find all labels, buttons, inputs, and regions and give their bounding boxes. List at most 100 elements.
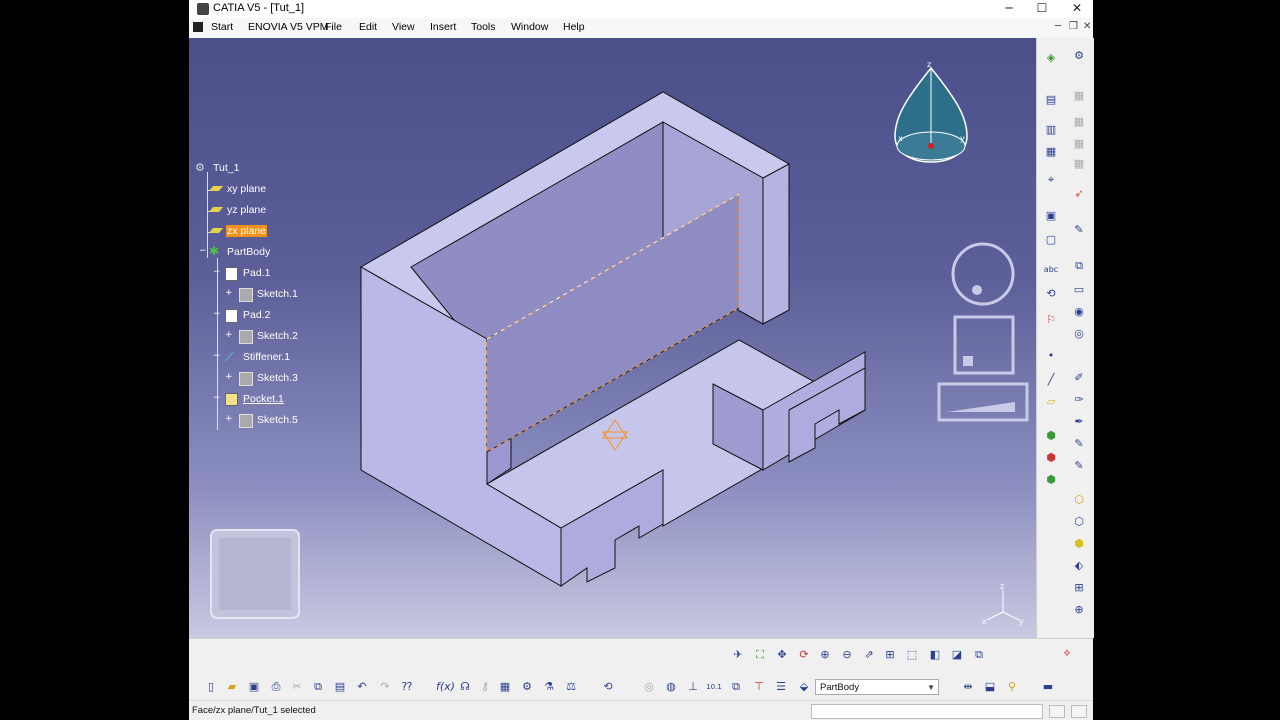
tree-tool-icon[interactable]: ⊤ [751,679,767,695]
circle-tool-icon[interactable]: ◉ [1071,304,1087,320]
part-model[interactable] [359,91,867,587]
point-icon[interactable]: • [1043,348,1059,364]
whats-this-icon[interactable]: ⁇ [399,679,415,695]
target-icon[interactable]: ⊕ [1071,602,1087,618]
chamfer-icon[interactable]: ✎ [1071,436,1087,452]
fit-all-in-icon[interactable]: ⛶ [752,647,768,663]
part-geometry[interactable] [189,38,1036,638]
command-input[interactable] [811,704,1043,719]
thread-icon[interactable]: ⊞ [1071,580,1087,596]
menu-edit[interactable]: Edit [359,21,377,33]
menu-help[interactable]: Help [563,21,585,33]
zoom-out-icon[interactable]: ⊖ [839,647,855,663]
menu-file[interactable]: File [325,21,342,33]
collapse-icon[interactable]: − [213,310,221,319]
axis-system-icon[interactable]: ⊥ [685,679,701,695]
shell-icon[interactable]: ⬡ [1071,514,1087,530]
paste-icon[interactable]: ▤ [332,679,348,695]
body-select[interactable]: PartBody ▼ [815,679,939,695]
comment-icon[interactable]: ☊ [457,679,473,695]
collapse-icon[interactable]: − [213,268,221,277]
menu-view[interactable]: View [392,21,415,33]
shading-icon[interactable]: ◧ [927,647,943,663]
constraint-icon[interactable]: ⚐ [1043,312,1059,328]
scale-icon[interactable]: 10.1 [706,679,722,695]
split-icon[interactable]: ⬖ [1071,558,1087,574]
table-tool-icon[interactable]: ▦ [497,679,513,695]
point-tool-icon[interactable]: ◎ [1071,326,1087,342]
sketch-edit-icon[interactable]: ✎ [1071,222,1087,238]
rotate-icon[interactable]: ⟳ [796,647,812,663]
collapse-icon[interactable]: − [213,394,221,403]
frame-icon[interactable]: ▢ [1043,232,1059,248]
save-icon[interactable]: ▣ [246,679,262,695]
thickness-icon[interactable]: ⬢ [1071,536,1087,552]
rule-icon[interactable]: ⚗ [541,679,557,695]
pad-tool-icon[interactable]: ▤ [1043,92,1059,108]
material-icon[interactable]: ⬢ [1043,450,1059,466]
pan-icon[interactable]: ✥ [774,647,790,663]
collapse-icon[interactable]: − [199,247,207,256]
plane-tool-icon[interactable]: ▱ [1043,394,1059,410]
menu-window[interactable]: Window [511,21,548,33]
draft-icon[interactable]: ✎ [1071,458,1087,474]
lock-icon[interactable]: ⚲ [1004,679,1020,695]
cancel-command-button[interactable] [1071,705,1087,718]
menu-insert[interactable]: Insert [430,21,456,33]
box-tool-icon[interactable]: ⬡ [1071,492,1087,508]
pattern-tool-icon[interactable]: ▦ [1043,144,1059,160]
mdi-minimize-button[interactable]: ─ [1055,21,1061,32]
3d-viewport[interactable]: z x y z x y ⚙ Tut_1 xy plane yz plane zx… [189,38,1036,638]
close-button[interactable]: ✕ [1059,0,1095,18]
select-arrow-icon[interactable]: ➶ [1071,186,1087,202]
update-icon[interactable]: ⟲ [600,679,616,695]
power-input-button[interactable] [1049,705,1065,718]
rectangle-icon[interactable]: ▭ [1071,282,1087,298]
compass-widget[interactable] [894,66,968,163]
fly-mode-icon[interactable]: ✈ [730,647,746,663]
list-icon[interactable]: ☰ [773,679,789,695]
zoom-in-icon[interactable]: ⊕ [817,647,833,663]
axis-icon[interactable]: ✑ [1071,392,1087,408]
maximize-button[interactable]: ☐ [1024,0,1060,18]
analysis-icon[interactable]: ⬢ [1043,428,1059,444]
spline-icon[interactable]: ✐ [1071,370,1087,386]
print-icon[interactable]: ⎙ [268,679,284,695]
minimize-button[interactable]: ─ [991,0,1027,18]
layer-icon[interactable]: ⧉ [728,679,744,695]
menu-enovia[interactable]: ENOVIA V5 VPM [248,21,329,33]
menu-tools[interactable]: Tools [471,21,496,33]
check-icon[interactable]: ⚖ [563,679,579,695]
text-tool-icon[interactable]: abc [1043,262,1059,278]
normal-view-icon[interactable]: ⇗ [861,647,877,663]
mdi-restore-button[interactable]: ❐ [1069,21,1078,32]
menu-start[interactable]: Start [211,21,233,33]
expand-icon[interactable]: + [225,289,233,298]
line-icon[interactable]: ╱ [1043,372,1059,388]
collapse-icon[interactable]: − [213,352,221,361]
table-icon[interactable]: ▣ [1043,208,1059,224]
expand-icon[interactable]: + [225,415,233,424]
pocket-tool-icon[interactable]: ▥ [1043,122,1059,138]
expand-tree-icon[interactable]: ⇹ [960,679,976,695]
lasso-icon[interactable]: ⟲ [1043,286,1059,302]
settings-icon[interactable]: ⚙ [1071,48,1087,64]
formula-icon[interactable]: f(x) [436,679,455,695]
copy-icon[interactable]: ⧉ [310,679,326,695]
open-file-icon[interactable]: ▰ [224,679,240,695]
define-work-object-icon[interactable]: ⬙ [796,679,812,695]
body-tool-icon[interactable]: ⬓ [982,679,998,695]
swap-space-icon[interactable]: ⧉ [971,647,987,663]
profile-icon[interactable]: ⧉ [1071,258,1087,274]
fillet-icon[interactable]: ✒ [1071,414,1087,430]
camera-icon[interactable]: ▬ [1040,679,1056,695]
expand-icon[interactable]: + [225,331,233,340]
new-file-icon[interactable]: ▯ [203,679,219,695]
sketcher-icon[interactable]: ◈ [1043,50,1059,66]
scan-icon[interactable]: ◍ [663,679,679,695]
expand-icon[interactable]: + [225,373,233,382]
knowledge-icon[interactable]: ⚙ [519,679,535,695]
undo-icon[interactable]: ↶ [354,679,370,695]
multi-view-icon[interactable]: ⊞ [882,647,898,663]
view-navigator[interactable] [937,242,1029,422]
